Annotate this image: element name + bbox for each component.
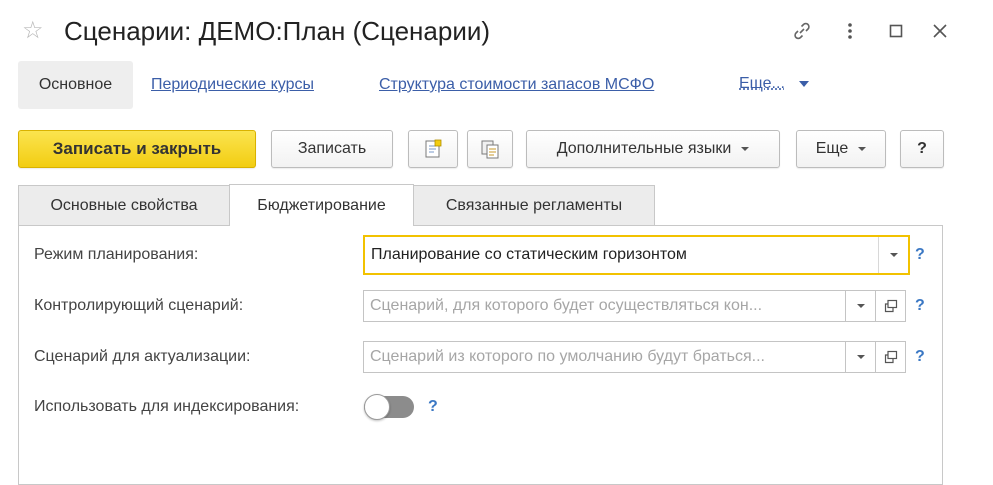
actualization-scenario-dropdown-button[interactable] xyxy=(845,342,875,372)
copy-document-icon xyxy=(481,140,499,159)
actualization-scenario-field[interactable]: Сценарий из которого по умолчанию будут … xyxy=(363,341,906,373)
open-window-icon xyxy=(884,299,897,313)
chevron-down-icon xyxy=(889,253,898,257)
controlling-scenario-help[interactable]: ? xyxy=(915,297,925,315)
actualization-scenario-label: Сценарий для актуализации: xyxy=(34,348,251,365)
nav-main[interactable]: Основное xyxy=(18,61,133,109)
more-actions-label: Еще xyxy=(815,140,849,157)
save-button[interactable]: Записать xyxy=(271,130,393,168)
additional-languages-label: Дополнительные языки xyxy=(556,140,732,157)
controlling-scenario-placeholder: Сценарий, для которого будет осуществлят… xyxy=(370,297,763,314)
toggle-knob xyxy=(364,394,390,420)
star-icon[interactable]: ☆ xyxy=(22,18,44,44)
more-actions-button[interactable]: Еще xyxy=(796,130,886,168)
controlling-scenario-label: Контролирующий сценарий: xyxy=(34,297,244,314)
tab-budgeting[interactable]: Бюджетирование xyxy=(229,184,414,226)
save-and-close-button[interactable]: Записать и закрыть xyxy=(18,130,256,168)
window-title: Сценарии: ДЕМО:План (Сценарии) xyxy=(64,16,491,46)
more-vertical-icon[interactable] xyxy=(836,16,864,46)
planning-mode-field[interactable]: Планирование со статическим горизонтом xyxy=(363,235,910,275)
document-report-button[interactable] xyxy=(408,130,458,168)
nav-link-ifrs-cost-structure[interactable]: Структура стоимости запасов МСФО xyxy=(379,75,654,95)
tab-main-properties[interactable]: Основные свойства xyxy=(18,185,230,225)
actualization-scenario-help[interactable]: ? xyxy=(915,348,925,366)
planning-mode-label: Режим планирования: xyxy=(34,246,199,263)
chevron-down-icon xyxy=(741,147,750,151)
open-window-icon xyxy=(884,350,897,364)
chevron-down-icon xyxy=(856,304,865,308)
copy-document-button[interactable] xyxy=(467,130,513,168)
planning-mode-value: Планирование со статическим горизонтом xyxy=(371,246,687,263)
use-for-indexing-toggle[interactable] xyxy=(364,394,414,420)
planning-mode-help[interactable]: ? xyxy=(915,246,925,264)
actualization-scenario-placeholder: Сценарий из которого по умолчанию будут … xyxy=(370,348,765,365)
controlling-scenario-open-button[interactable] xyxy=(875,291,905,321)
use-for-indexing-label: Использовать для индексирования: xyxy=(34,398,300,415)
nav-link-periodic-rates[interactable]: Периодические курсы xyxy=(151,75,314,95)
maximize-icon[interactable] xyxy=(882,16,910,46)
use-for-indexing-help[interactable]: ? xyxy=(428,398,438,416)
nav-more-label: Еще... xyxy=(739,75,785,92)
actualization-scenario-open-button[interactable] xyxy=(875,342,905,372)
chevron-down-icon xyxy=(858,147,867,151)
chevron-down-icon xyxy=(798,81,809,87)
document-report-icon xyxy=(425,139,442,158)
help-button[interactable]: ? xyxy=(900,130,944,168)
link-icon[interactable] xyxy=(788,16,816,46)
controlling-scenario-dropdown-button[interactable] xyxy=(845,291,875,321)
planning-mode-dropdown-button[interactable] xyxy=(878,237,908,273)
close-icon[interactable] xyxy=(926,16,954,46)
tab-related-regulations[interactable]: Связанные регламенты xyxy=(413,185,655,225)
chevron-down-icon xyxy=(856,355,865,359)
controlling-scenario-field[interactable]: Сценарий, для которого будет осуществлят… xyxy=(363,290,906,322)
nav-more-menu[interactable]: Еще... xyxy=(739,75,809,93)
additional-languages-button[interactable]: Дополнительные языки xyxy=(526,130,780,168)
